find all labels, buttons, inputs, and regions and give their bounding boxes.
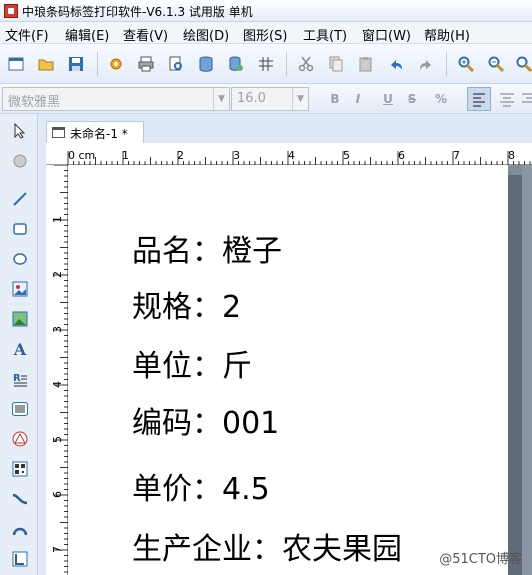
menu-edit[interactable]: 编辑(E)	[65, 25, 109, 44]
ruler-tick-label: 2	[177, 149, 184, 162]
picture-tool-icon[interactable]	[9, 308, 31, 330]
paste-icon[interactable]	[356, 54, 376, 74]
settings-icon[interactable]	[106, 54, 126, 74]
ruler-unit-label: 0 cm	[68, 149, 96, 162]
line-tool-icon[interactable]	[9, 188, 31, 210]
new-icon[interactable]	[6, 54, 26, 74]
vertical-scrollbar[interactable]	[522, 165, 532, 575]
redo-icon[interactable]	[416, 54, 436, 74]
zoom-fit-icon[interactable]	[514, 54, 532, 74]
undo-icon[interactable]	[386, 54, 406, 74]
italic-button[interactable]: I	[349, 90, 367, 108]
bold-button[interactable]: B	[326, 90, 344, 108]
main-toolbar	[0, 44, 532, 84]
window-title: 中琅条码标签打印软件-V6.1.3 试用版 单机	[22, 5, 253, 19]
font-toolbar: 微软雅黑 ▼ 16.0 ▼ B I U S %	[0, 84, 532, 114]
ruler-tick-label: 1	[122, 149, 129, 162]
ruler-tick-label: 3	[51, 326, 64, 333]
label-text-code[interactable]: 编码：001	[132, 398, 279, 442]
strikethrough-button[interactable]: S	[403, 90, 421, 108]
document-tab-title: 未命名-1 *	[70, 127, 128, 141]
print-preview-icon[interactable]	[166, 54, 186, 74]
ruler-tick-label: 4	[51, 381, 64, 388]
svg-text:R: R	[13, 373, 21, 384]
align-center-button[interactable]	[496, 88, 518, 110]
menu-view[interactable]: 查看(V)	[123, 25, 168, 44]
align-left-button[interactable]	[467, 87, 491, 111]
label-text-price[interactable]: 单价：4.5	[132, 464, 270, 508]
label-text-product-name[interactable]: 品名：橙子	[132, 226, 282, 270]
watermark: @51CTO博客	[439, 552, 522, 567]
ruler-tick-label: 8	[508, 149, 515, 162]
font-size-value: 16.0	[237, 91, 266, 106]
label-text-unit[interactable]: 单位：斤	[132, 341, 252, 385]
image-tool-icon[interactable]	[9, 278, 31, 300]
barcode-tool-icon[interactable]	[9, 398, 31, 420]
chevron-down-icon: ▼	[213, 88, 229, 110]
ruler-tick-label: 6	[51, 491, 64, 498]
menu-file[interactable]: 文件(F)	[5, 25, 49, 44]
page-shadow	[508, 175, 522, 575]
print-icon[interactable]	[136, 54, 156, 74]
rectangle-tool-icon[interactable]	[9, 218, 31, 240]
database-settings-icon[interactable]	[226, 54, 246, 74]
menu-tools[interactable]: 工具(T)	[303, 25, 347, 44]
arc-tool-icon[interactable]	[9, 518, 31, 540]
rich-text-tool-icon[interactable]: R	[9, 368, 31, 390]
font-name-select[interactable]: 微软雅黑 ▼	[2, 87, 230, 111]
ruler-tick-label: 5	[343, 149, 350, 162]
cut-icon[interactable]	[296, 54, 316, 74]
copy-icon[interactable]	[326, 54, 346, 74]
ellipse-tool-icon[interactable]	[9, 248, 31, 270]
triangle-tool-icon[interactable]	[9, 428, 31, 450]
ruler-tick-label: 2	[51, 271, 64, 278]
ruler-tick-label: 4	[288, 149, 295, 162]
polygon-tool-icon[interactable]	[9, 548, 31, 570]
menu-shape[interactable]: 图形(S)	[243, 25, 287, 44]
app-icon	[4, 4, 18, 18]
label-text-specification[interactable]: 规格：2	[132, 282, 241, 326]
vertical-ruler: 1 2 3 4 5 6 7	[46, 165, 68, 575]
ruler-tick-label: 7	[51, 546, 64, 553]
drawing-toolbox: A R	[0, 114, 38, 575]
database-icon[interactable]	[196, 54, 216, 74]
curve-tool-icon[interactable]	[9, 488, 31, 510]
text-tool-icon[interactable]: A	[9, 338, 31, 360]
align-right-button[interactable]	[522, 88, 532, 110]
horizontal-ruler: 0 cm 1 2 3 4 5 6 7 8	[46, 143, 532, 165]
qrcode-tool-icon[interactable]	[9, 458, 31, 480]
text-effect-icon[interactable]: %	[432, 90, 450, 108]
ruler-tick-label: 6	[398, 149, 405, 162]
document-tab[interactable]: 未命名-1 *	[46, 121, 144, 143]
font-name-value: 微软雅黑	[8, 95, 61, 110]
menu-help[interactable]: 帮助(H)	[424, 25, 470, 44]
document-icon	[52, 127, 65, 138]
label-text-manufacturer[interactable]: 生产企业：农夫果园	[132, 524, 402, 568]
zoom-in-icon[interactable]	[456, 54, 476, 74]
open-icon[interactable]	[36, 54, 56, 74]
ruler-tick-label: 5	[51, 436, 64, 443]
menu-draw[interactable]: 绘图(D)	[183, 25, 229, 44]
menu-bar: 文件(F) 编辑(E) 查看(V) 绘图(D) 图形(S) 工具(T) 窗口(W…	[0, 22, 532, 44]
rotate-icon[interactable]	[9, 150, 31, 172]
ruler-tick-label: 3	[233, 149, 240, 162]
ruler-tick-label: 7	[453, 149, 460, 162]
grid-icon[interactable]	[256, 54, 276, 74]
save-icon[interactable]	[66, 54, 86, 74]
title-bar: 中琅条码标签打印软件-V6.1.3 试用版 单机	[0, 0, 532, 22]
underline-button[interactable]: U	[379, 90, 397, 108]
ruler-tick-label: 1	[51, 216, 64, 223]
chevron-down-icon: ▼	[292, 88, 308, 110]
menu-window[interactable]: 窗口(W)	[362, 25, 411, 44]
zoom-out-icon[interactable]	[486, 54, 506, 74]
select-pointer-icon[interactable]	[9, 120, 31, 142]
font-size-select[interactable]: 16.0 ▼	[231, 87, 309, 111]
